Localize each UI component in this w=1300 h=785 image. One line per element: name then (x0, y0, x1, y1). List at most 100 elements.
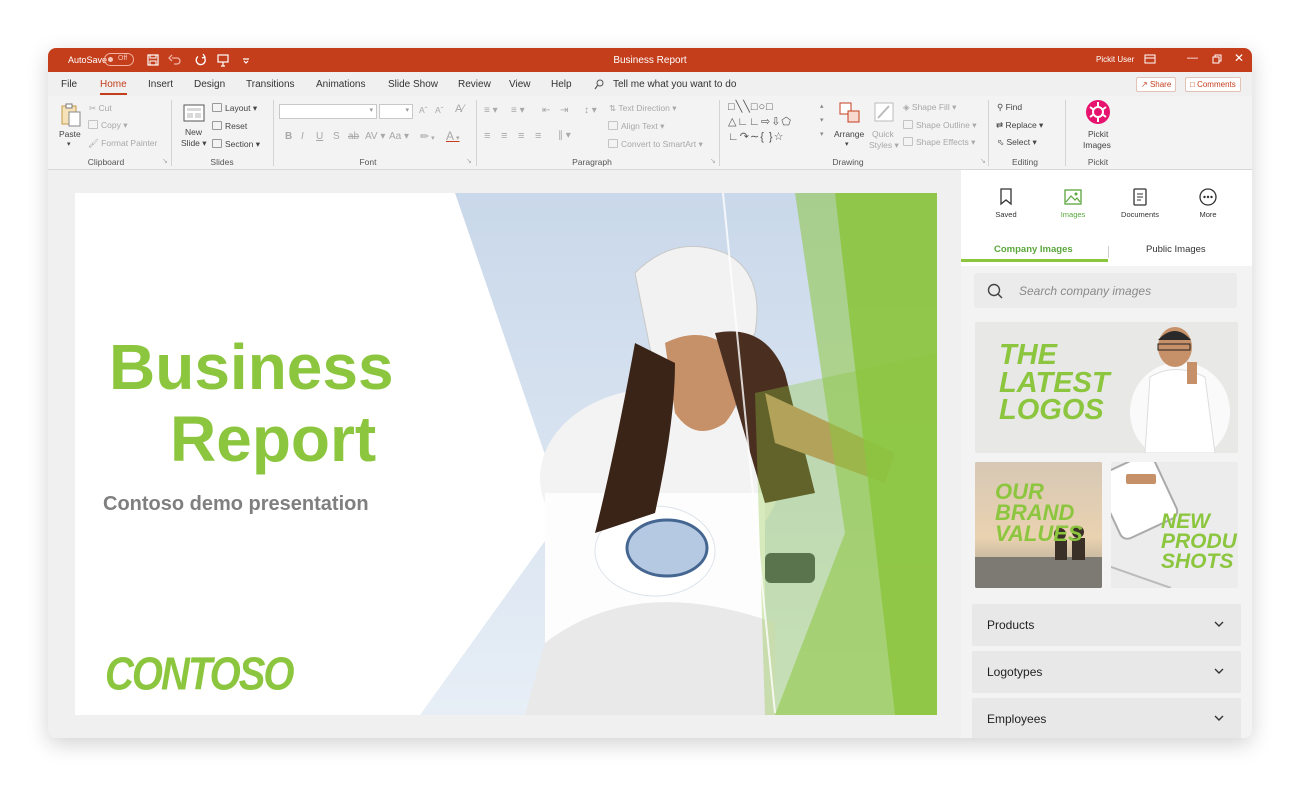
tab-view[interactable]: View (509, 79, 531, 90)
font-launcher-icon[interactable]: ↘ (466, 157, 472, 165)
image-thumbnail-brand-values[interactable]: OUR BRAND VALUES (975, 462, 1102, 588)
tab-animations[interactable]: Animations (316, 79, 365, 90)
align-left-icon[interactable]: ≡ (484, 130, 490, 142)
shapes-gallery[interactable]: □╲╲□○□ △∟∟⇨⇩⬠ ∟↷∼{ }☆ (728, 100, 820, 146)
tab-home[interactable]: Home (100, 79, 127, 95)
character-spacing-icon[interactable]: AV ▾ (365, 131, 385, 142)
shape-outline-button[interactable]: Shape Outline ▾ (903, 120, 977, 131)
paste-button[interactable]: Paste (59, 129, 81, 139)
ribbon-display-icon[interactable] (1144, 53, 1156, 65)
nav-documents[interactable]: Documents (1110, 188, 1170, 219)
clipboard-launcher-icon[interactable]: ↘ (162, 157, 168, 165)
slide-title-line-1[interactable]: Business (109, 333, 394, 401)
slide-canvas[interactable]: Business Report Contoso demo presentatio… (75, 193, 937, 715)
tab-help[interactable]: Help (551, 79, 572, 90)
tab-file[interactable]: File (61, 79, 77, 90)
text-direction-button[interactable]: ⇅ Text Direction ▾ (609, 103, 676, 114)
shapes-scroll[interactable]: ▴ ▾ ▾ (820, 100, 824, 142)
tab-insert[interactable]: Insert (148, 79, 173, 90)
new-slide-dropdown[interactable]: Slide ▾ (181, 138, 207, 149)
font-size-select[interactable]: ▾ (379, 104, 413, 119)
numbering-icon[interactable]: ≡ ▾ (511, 105, 525, 116)
share-button[interactable]: ↗ Share (1136, 77, 1177, 92)
quick-styles-icon[interactable] (873, 101, 895, 125)
replace-button[interactable]: ⇄ Replace ▾ (996, 120, 1043, 131)
clear-formatting-icon[interactable]: A∕ (455, 103, 464, 115)
pickit-images-label[interactable]: Images (1083, 140, 1111, 150)
tell-me-search[interactable]: Tell me what you want to do (613, 79, 736, 90)
image-thumbnail-latest-logos[interactable]: THE LATEST LOGOS (975, 322, 1238, 453)
category-logotypes[interactable]: Logotypes (972, 651, 1241, 693)
highlight-color-icon[interactable]: ✏ ▾ (420, 130, 435, 143)
layout-button[interactable]: Layout ▾ (212, 103, 257, 114)
shape-effects-button[interactable]: Shape Effects ▾ (903, 137, 975, 148)
justify-icon[interactable]: ≡ (535, 130, 541, 142)
font-color-icon[interactable]: A ▾ (446, 129, 459, 143)
cut-button[interactable]: ✂ Cut (89, 103, 112, 114)
nav-images[interactable]: Images (1043, 188, 1103, 219)
decrease-indent-icon[interactable]: ⇤ (542, 105, 550, 116)
close-icon[interactable]: ✕ (1234, 51, 1244, 65)
paste-dropdown-icon[interactable]: ▾ (67, 140, 71, 148)
nav-more[interactable]: More (1178, 188, 1238, 219)
user-name[interactable]: Pickit User (1096, 55, 1134, 64)
slide-title-line-2[interactable]: Report (170, 405, 376, 473)
underline-icon[interactable]: U (316, 131, 323, 142)
select-button[interactable]: ⬁ Select ▾ (997, 137, 1037, 148)
tab-slide-show[interactable]: Slide Show (388, 79, 438, 90)
contoso-logo: CONTOSO (105, 649, 295, 700)
italic-icon[interactable]: I (301, 131, 304, 142)
paste-icon[interactable] (60, 102, 82, 128)
minimize-icon[interactable]: — (1187, 52, 1198, 64)
tab-company-images[interactable]: Company Images (994, 244, 1073, 255)
align-text-button[interactable]: Align Text ▾ (608, 121, 664, 132)
copy-button[interactable]: Copy ▾ (88, 120, 127, 131)
category-products[interactable]: Products (972, 604, 1241, 646)
tab-design[interactable]: Design (194, 79, 225, 90)
columns-icon[interactable]: ∥ ▾ (558, 130, 571, 141)
pickit-logo-icon[interactable] (1085, 99, 1111, 125)
bold-icon[interactable]: B (285, 131, 292, 142)
find-button[interactable]: ⚲ Find (997, 102, 1022, 113)
search-icon (987, 283, 1003, 299)
comments-button[interactable]: □ Comments (1185, 77, 1241, 92)
new-slide-icon[interactable] (182, 102, 206, 124)
align-center-icon[interactable]: ≡ (501, 130, 507, 142)
paragraph-launcher-icon[interactable]: ↘ (710, 157, 716, 165)
ribbon-tabs: File Home Insert Design Transitions Anim… (48, 72, 1252, 96)
increase-font-icon[interactable]: Aˆ (419, 105, 428, 115)
arrange-icon[interactable] (838, 101, 862, 125)
convert-smartart-button[interactable]: Convert to SmartArt ▾ (608, 139, 703, 150)
category-employees[interactable]: Employees (972, 698, 1241, 738)
new-slide-button[interactable]: New (185, 127, 202, 137)
shape-fill-button[interactable]: ◈ Shape Fill ▾ (903, 102, 956, 113)
restore-icon[interactable] (1212, 54, 1222, 64)
section-button[interactable]: Section ▾ (212, 139, 260, 150)
slide-subtitle[interactable]: Contoso demo presentation (103, 493, 369, 516)
quick-styles-button[interactable]: Quick (872, 129, 894, 139)
slide-editor[interactable]: Business Report Contoso demo presentatio… (48, 170, 961, 738)
search-input[interactable]: Search company images (974, 273, 1237, 308)
drawing-launcher-icon[interactable]: ↘ (980, 157, 986, 165)
nav-saved[interactable]: Saved (976, 188, 1036, 219)
image-thumbnail-product-shots[interactable]: NEWPRODUCTSHOTS (1111, 462, 1238, 588)
quick-styles-dropdown[interactable]: Styles ▾ (869, 140, 899, 151)
bullets-icon[interactable]: ≡ ▾ (484, 105, 498, 116)
decrease-font-icon[interactable]: Aˇ (435, 105, 444, 115)
arrange-dropdown-icon[interactable]: ▾ (845, 140, 849, 148)
category-label: Logotypes (987, 665, 1043, 679)
pickit-images-button[interactable]: Pickit (1088, 129, 1108, 139)
increase-indent-icon[interactable]: ⇥ (560, 105, 568, 116)
line-spacing-icon[interactable]: ↕ ▾ (584, 105, 597, 116)
reset-button[interactable]: Reset (212, 121, 247, 131)
tab-transitions[interactable]: Transitions (246, 79, 295, 90)
text-shadow-icon[interactable]: S (333, 131, 340, 142)
font-family-select[interactable]: ▾ (279, 104, 377, 119)
format-painter-button[interactable]: 🖌 Format Painter (88, 138, 157, 149)
tab-review[interactable]: Review (458, 79, 491, 90)
strikethrough-icon[interactable]: ab (348, 131, 359, 142)
tab-public-images[interactable]: Public Images (1146, 244, 1206, 255)
change-case-icon[interactable]: Aa ▾ (389, 131, 409, 142)
align-right-icon[interactable]: ≡ (518, 130, 524, 142)
arrange-button[interactable]: Arrange (834, 129, 864, 139)
